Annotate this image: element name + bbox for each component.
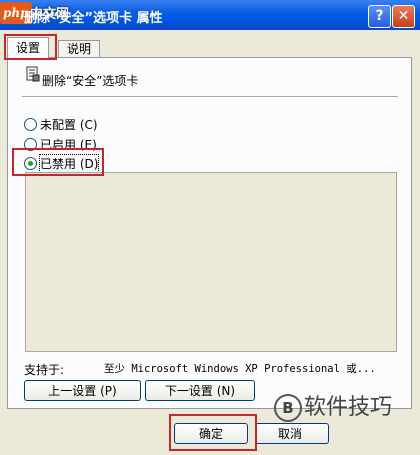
option-disabled[interactable]: 已禁用 (D): [24, 154, 100, 173]
window-title: 删除“安全”选项卡 属性: [24, 11, 163, 26]
next-setting-button[interactable]: 下一设置 (N): [145, 380, 255, 401]
radio-disabled[interactable]: [24, 157, 37, 170]
watermark-text: 软件技巧: [304, 395, 393, 420]
option-not-configured[interactable]: 未配置 (C): [24, 116, 98, 133]
policy-setting-icon: [26, 66, 40, 82]
tab-settings[interactable]: 设置: [7, 37, 50, 59]
radio-not-configured[interactable]: [24, 118, 37, 131]
watermark: B 软件技巧: [274, 389, 392, 422]
ok-button[interactable]: 确定: [174, 423, 248, 444]
close-button[interactable]: ✕: [392, 5, 415, 28]
help-button[interactable]: ?: [368, 5, 391, 28]
option-label: 已启用 (E): [40, 138, 97, 152]
explain-area: [25, 172, 397, 352]
support-label: 支持于:: [24, 363, 65, 377]
option-label: 已禁用 (D): [38, 154, 100, 173]
radio-enabled[interactable]: [24, 138, 37, 151]
cancel-button[interactable]: 取消: [255, 423, 329, 444]
support-value: 至少 Microsoft Windows XP Professional 或..…: [104, 363, 376, 375]
tab-explain[interactable]: 说明: [58, 40, 101, 58]
divider: [22, 96, 398, 98]
prev-setting-button[interactable]: 上一设置 (P): [24, 380, 141, 401]
option-enabled[interactable]: 已启用 (E): [24, 136, 97, 153]
settings-panel: 删除“安全”选项卡 未配置 (C) 已启用 (E) 已禁用 (D) 支持于: 至…: [7, 57, 412, 409]
title-bar[interactable]: php 中文网 删除“安全”选项卡 属性 ? ✕: [0, 0, 420, 30]
watermark-badge: B: [274, 394, 302, 422]
option-label: 未配置 (C): [40, 118, 98, 132]
policy-name: 删除“安全”选项卡: [42, 74, 139, 88]
